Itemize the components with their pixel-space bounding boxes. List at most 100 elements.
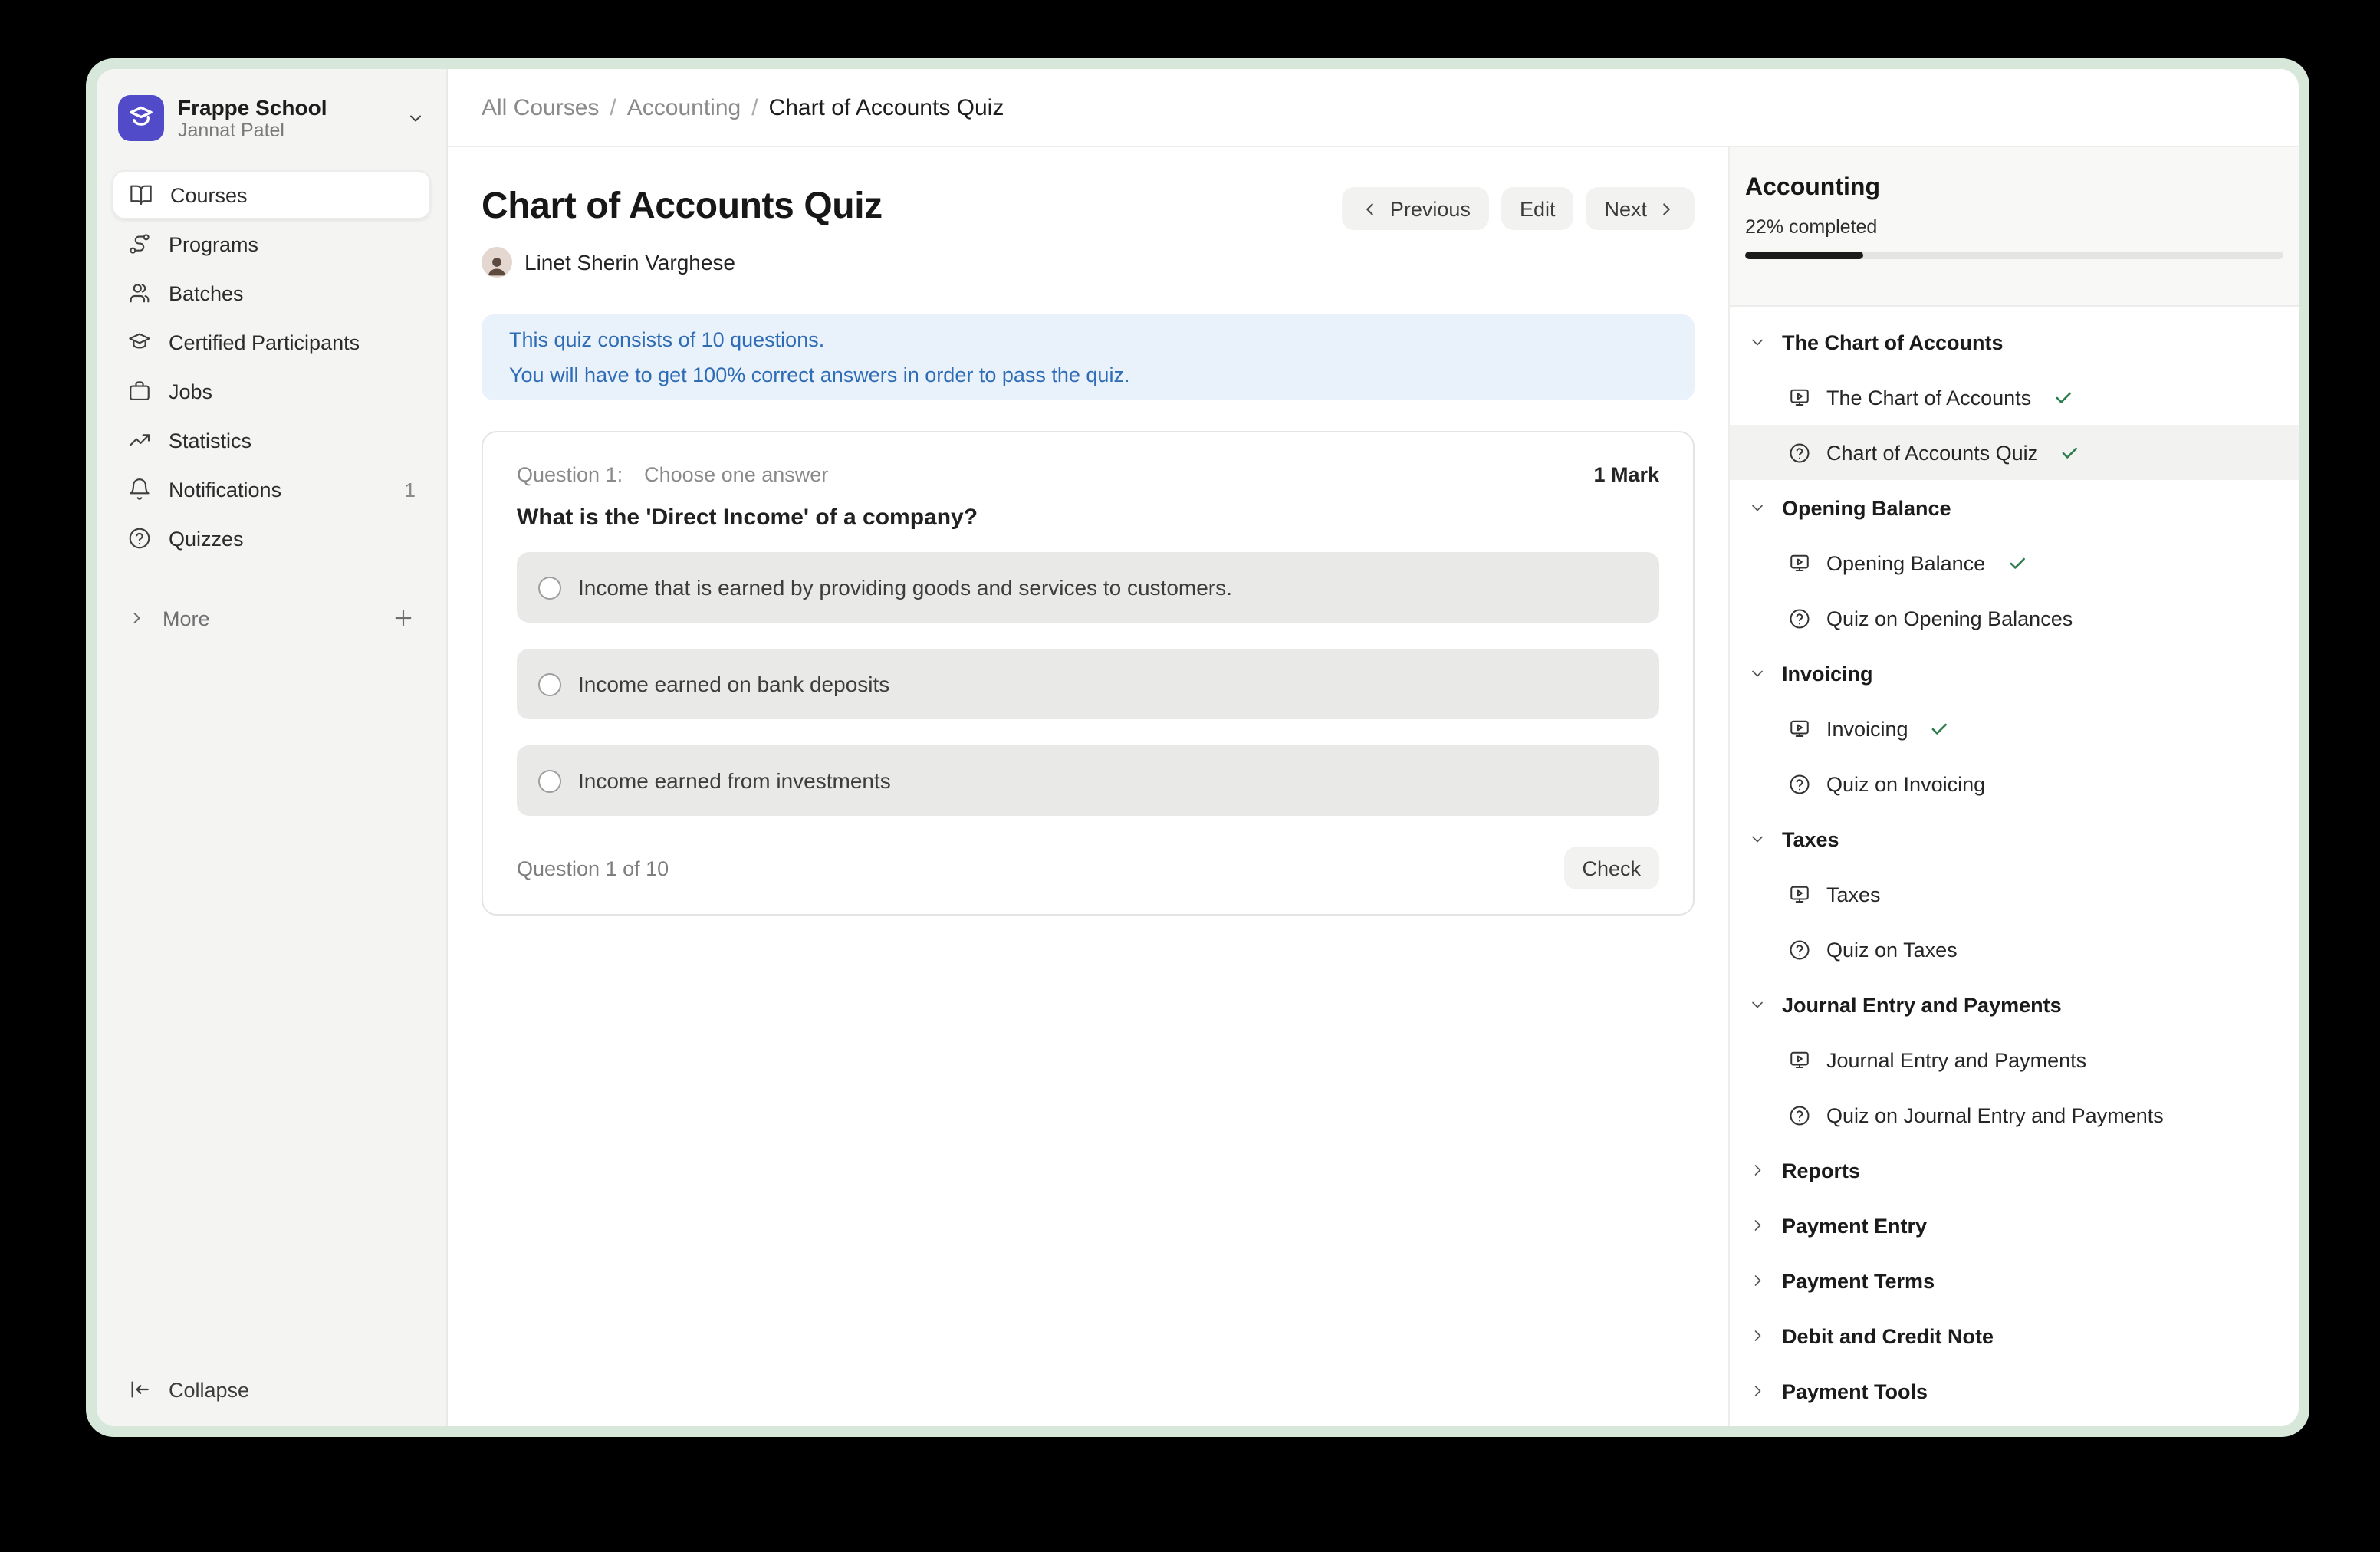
chevron-down-icon	[1748, 830, 1767, 848]
sidebar-item-statistics[interactable]: Statistics	[112, 416, 431, 465]
frappe-school-logo-icon	[118, 95, 164, 141]
chapter-row-reports[interactable]: Reports	[1730, 1143, 2299, 1198]
sidebar-item-label: Batches	[169, 281, 416, 304]
left-sidebar: Frappe School Jannat Patel Courses Progra…	[97, 69, 448, 1426]
breadcrumb-link[interactable]: All Courses	[482, 94, 599, 120]
user-name: Jannat Patel	[178, 119, 393, 142]
question-number: Question 1:	[517, 463, 623, 486]
chapter-row-the-chart-of-accounts[interactable]: The Chart of Accounts	[1730, 314, 2299, 370]
course-title: Accounting	[1745, 175, 2283, 202]
answer-option[interactable]: Income earned on bank deposits	[517, 649, 1659, 719]
answer-option-label: Income that is earned by providing goods…	[578, 575, 1232, 600]
radio-button-icon[interactable]	[538, 576, 561, 599]
sidebar-item-certified-participants[interactable]: Certified Participants	[112, 317, 431, 367]
collapse-button[interactable]: Collapse	[112, 1371, 431, 1417]
trending-up-icon	[127, 428, 152, 452]
book-open-icon	[129, 182, 153, 207]
lesson-row-taxes[interactable]: Taxes	[1730, 866, 2299, 922]
radio-button-icon[interactable]	[538, 769, 561, 792]
lesson-row-quiz-on-invoicing[interactable]: Quiz on Invoicing	[1730, 756, 2299, 811]
help-circle-icon	[1788, 441, 1811, 464]
chevron-right-icon	[1748, 1382, 1767, 1400]
sidebar-item-quizzes[interactable]: Quizzes	[112, 514, 431, 563]
sidebar-nav: Courses Programs Batches Certified Particip…	[112, 170, 431, 563]
chevron-right-icon	[1748, 1327, 1767, 1345]
main-content: Chart of Accounts Quiz Linet Sherin Varg…	[448, 147, 1728, 1426]
breadcrumb-separator: /	[751, 94, 758, 120]
lesson-title: The Chart of Accounts	[1826, 386, 2031, 409]
edit-button[interactable]: Edit	[1501, 187, 1574, 230]
monitor-play-icon	[1788, 1048, 1811, 1071]
lesson-row-chart-of-accounts-quiz[interactable]: Chart of Accounts Quiz	[1730, 425, 2299, 480]
app-name: Frappe School	[178, 94, 393, 119]
completed-check-icon	[2059, 442, 2079, 462]
workspace-switcher[interactable]: Frappe School Jannat Patel	[112, 90, 431, 146]
lesson-title: Taxes	[1826, 883, 1881, 906]
chapter-title: Journal Entry and Payments	[1782, 993, 2062, 1016]
course-progress-fill	[1745, 252, 1863, 259]
check-button[interactable]: Check	[1563, 847, 1659, 889]
app-window: Frappe School Jannat Patel Courses Progra…	[97, 69, 2299, 1426]
sidebar-item-label: Courses	[170, 183, 414, 206]
chapter-title: Payment Tools	[1782, 1379, 1928, 1402]
chapter-title: Debit and Credit Note	[1782, 1324, 1994, 1347]
sidebar-item-more[interactable]: More	[112, 594, 431, 643]
lesson-row-quiz-on-taxes[interactable]: Quiz on Taxes	[1730, 922, 2299, 977]
lesson-row-the-chart-of-accounts[interactable]: The Chart of Accounts	[1730, 370, 2299, 425]
sidebar-item-programs[interactable]: Programs	[112, 219, 431, 268]
author-name: Linet Sherin Varghese	[524, 250, 735, 275]
lesson-row-invoicing[interactable]: Invoicing	[1730, 701, 2299, 756]
page-title: Chart of Accounts Quiz	[482, 184, 883, 230]
chapter-row-payment-terms[interactable]: Payment Terms	[1730, 1253, 2299, 1308]
notification-count-badge: 1	[405, 478, 416, 501]
monitor-play-icon	[1788, 717, 1811, 740]
sidebar-item-jobs[interactable]: Jobs	[112, 367, 431, 416]
collapse-sidebar-icon	[127, 1377, 152, 1402]
monitor-play-icon	[1788, 386, 1811, 409]
lesson-title: Invoicing	[1826, 717, 1908, 740]
answer-option[interactable]: Income earned from investments	[517, 745, 1659, 816]
chapter-title: Opening Balance	[1782, 496, 1951, 519]
chevron-right-icon	[1748, 1161, 1767, 1179]
next-button[interactable]: Next	[1586, 187, 1695, 230]
lesson-row-quiz-on-opening-balances[interactable]: Quiz on Opening Balances	[1730, 590, 2299, 646]
chapter-title: The Chart of Accounts	[1782, 330, 2004, 353]
previous-button[interactable]: Previous	[1343, 187, 1489, 230]
chapter-row-debit-and-credit-note[interactable]: Debit and Credit Note	[1730, 1308, 2299, 1363]
lesson-row-journal-entry-and-payments[interactable]: Journal Entry and Payments	[1730, 1032, 2299, 1087]
sidebar-item-batches[interactable]: Batches	[112, 268, 431, 317]
lesson-title: Quiz on Opening Balances	[1826, 607, 2073, 630]
plus-icon[interactable]	[391, 606, 416, 630]
chapter-title: Taxes	[1782, 827, 1839, 850]
course-progress-label: 22% completed	[1745, 216, 2283, 238]
chapter-row-invoicing[interactable]: Invoicing	[1730, 646, 2299, 701]
chapter-row-opening-balance[interactable]: Opening Balance	[1730, 480, 2299, 535]
lesson-row-quiz-on-journal-entry-and-payments[interactable]: Quiz on Journal Entry and Payments	[1730, 1087, 2299, 1143]
chapter-row-journal-entry-and-payments[interactable]: Journal Entry and Payments	[1730, 977, 2299, 1032]
radio-button-icon[interactable]	[538, 672, 561, 695]
answer-option[interactable]: Income that is earned by providing goods…	[517, 552, 1659, 623]
lesson-title: Quiz on Invoicing	[1826, 772, 1985, 795]
breadcrumb-link[interactable]: Accounting	[627, 94, 741, 120]
collapse-label: Collapse	[169, 1378, 249, 1401]
sidebar-item-label: Programs	[169, 232, 416, 255]
chapter-row-payment-entry[interactable]: Payment Entry	[1730, 1198, 2299, 1253]
lesson-row-opening-balance[interactable]: Opening Balance	[1730, 535, 2299, 590]
breadcrumb-current: Chart of Accounts Quiz	[769, 94, 1004, 120]
chevron-right-icon	[1748, 1271, 1767, 1290]
sidebar-item-notifications[interactable]: Notifications1	[112, 465, 431, 514]
chapter-row-taxes[interactable]: Taxes	[1730, 811, 2299, 866]
question-type: Choose one answer	[644, 463, 1593, 486]
chapter-row-payment-tools[interactable]: Payment Tools	[1730, 1363, 2299, 1419]
help-circle-icon	[1788, 607, 1811, 630]
help-circle-icon	[1788, 772, 1811, 795]
sidebar-item-label: Statistics	[169, 429, 416, 452]
help-circle-icon	[1788, 1103, 1811, 1126]
course-progress-bar	[1745, 252, 2283, 259]
sidebar-item-courses[interactable]: Courses	[112, 170, 431, 219]
desktop: Frappe School Jannat Patel Courses Progra…	[0, 0, 2380, 1552]
monitor-play-icon	[1788, 883, 1811, 906]
completed-check-icon	[2007, 553, 2027, 573]
chevron-down-icon	[1748, 333, 1767, 351]
course-outline-panel: Accounting 22% completed The Chart of Ac…	[1728, 147, 2299, 1426]
